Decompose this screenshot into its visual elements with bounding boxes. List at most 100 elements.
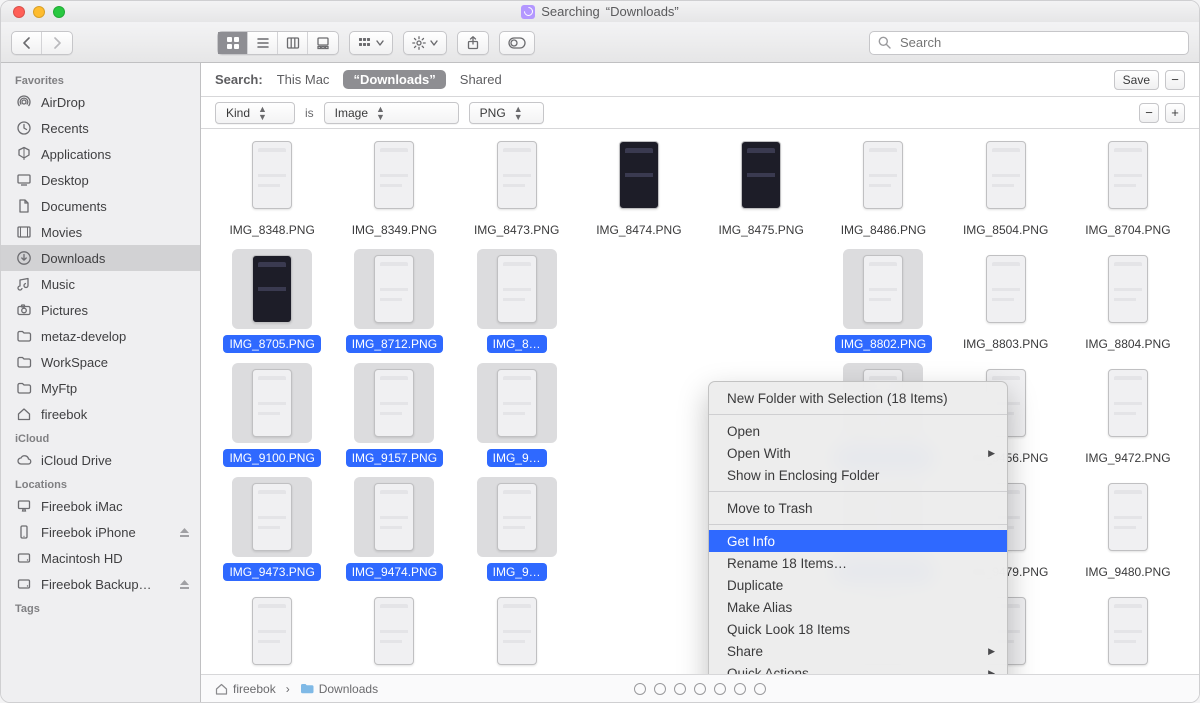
share-button[interactable] bbox=[457, 31, 489, 55]
back-button[interactable] bbox=[12, 32, 42, 54]
movie-icon bbox=[15, 224, 33, 240]
file-item[interactable]: IMG_9480.PNG bbox=[1069, 477, 1187, 581]
file-item[interactable]: IMG_8486.PNG bbox=[824, 135, 942, 239]
search-input[interactable] bbox=[898, 34, 1182, 51]
remove-criteria-button[interactable]: − bbox=[1165, 70, 1185, 90]
file-item[interactable]: IMG_8803.PNG bbox=[947, 249, 1065, 353]
save-search-button[interactable]: Save bbox=[1114, 70, 1159, 90]
menu-item-quick-actions[interactable]: Quick Actions bbox=[709, 662, 1007, 674]
criteria-add-button[interactable]: + bbox=[1165, 103, 1185, 123]
sidebar-item-applications[interactable]: Applications bbox=[1, 141, 200, 167]
search-scope-bar: Search: This Mac “Downloads” Shared Save… bbox=[201, 63, 1199, 97]
sidebar-item-movies[interactable]: Movies bbox=[1, 219, 200, 245]
file-item[interactable] bbox=[213, 591, 331, 674]
search-field[interactable] bbox=[869, 31, 1189, 55]
forward-button[interactable] bbox=[42, 32, 72, 54]
menu-item-get-info[interactable]: Get Info bbox=[709, 530, 1007, 552]
menu-item-new-folder-with-selection-18-items[interactable]: New Folder with Selection (18 Items) bbox=[709, 387, 1007, 409]
criteria-attribute-popup[interactable]: Kind ▲▼ bbox=[215, 102, 295, 124]
criteria-value-popup[interactable]: Image ▲▼ bbox=[324, 102, 459, 124]
search-folder-icon bbox=[521, 5, 535, 19]
file-item[interactable] bbox=[458, 591, 576, 674]
view-icon-button[interactable] bbox=[218, 32, 248, 54]
sidebar-item-fireebok-iphone[interactable]: Fireebok iPhone bbox=[1, 519, 200, 545]
tags-button[interactable] bbox=[499, 31, 535, 55]
file-item[interactable]: IMG_8712.PNG bbox=[335, 249, 453, 353]
file-grid[interactable]: IMG_8348.PNG IMG_8349.PNG IMG_8473.PNG I… bbox=[201, 129, 1199, 674]
menu-item-quick-look-18-items[interactable]: Quick Look 18 Items bbox=[709, 618, 1007, 640]
file-item[interactable]: IMG_9… bbox=[458, 477, 576, 581]
menu-item-rename-18-items[interactable]: Rename 18 Items… bbox=[709, 552, 1007, 574]
file-item[interactable]: IMG_9157.PNG bbox=[335, 363, 453, 467]
sidebar-item-music[interactable]: Music bbox=[1, 271, 200, 297]
folder-icon bbox=[300, 683, 314, 694]
minimize-window-button[interactable] bbox=[33, 6, 45, 18]
criteria-subvalue-popup[interactable]: PNG ▲▼ bbox=[469, 102, 544, 124]
file-item[interactable]: IMG_8704.PNG bbox=[1069, 135, 1187, 239]
sidebar-item-workspace[interactable]: WorkSpace bbox=[1, 349, 200, 375]
file-item[interactable] bbox=[1069, 591, 1187, 674]
sidebar-item-label: AirDrop bbox=[41, 95, 85, 110]
view-column-button[interactable] bbox=[278, 32, 308, 54]
group-by-button[interactable] bbox=[349, 31, 393, 55]
page-dot[interactable] bbox=[654, 683, 666, 695]
page-dot[interactable] bbox=[714, 683, 726, 695]
file-item[interactable]: IMG_9474.PNG bbox=[335, 477, 453, 581]
sidebar-item-fireebok[interactable]: fireebok bbox=[1, 401, 200, 427]
path-crumb-home[interactable]: fireebok bbox=[215, 682, 276, 696]
scope-downloads-active[interactable]: “Downloads” bbox=[343, 70, 445, 89]
sidebar-item-fireebok-backup-[interactable]: Fireebok Backup… bbox=[1, 571, 200, 597]
page-dot[interactable] bbox=[634, 683, 646, 695]
page-dot[interactable] bbox=[754, 683, 766, 695]
file-item[interactable]: IMG_8474.PNG bbox=[580, 135, 698, 239]
updown-arrows-icon: ▲▼ bbox=[258, 105, 267, 121]
file-item[interactable]: IMG_8802.PNG bbox=[824, 249, 942, 353]
sidebar-item-macintosh-hd[interactable]: Macintosh HD bbox=[1, 545, 200, 571]
sidebar-item-desktop[interactable]: Desktop bbox=[1, 167, 200, 193]
view-list-button[interactable] bbox=[248, 32, 278, 54]
action-menu-button[interactable] bbox=[403, 31, 447, 55]
file-item[interactable]: IMG_9472.PNG bbox=[1069, 363, 1187, 467]
menu-item-open[interactable]: Open bbox=[709, 420, 1007, 442]
sidebar-item-myftp[interactable]: MyFtp bbox=[1, 375, 200, 401]
zoom-window-button[interactable] bbox=[53, 6, 65, 18]
sidebar-item-fireebok-imac[interactable]: Fireebok iMac bbox=[1, 493, 200, 519]
file-item[interactable]: IMG_8705.PNG bbox=[213, 249, 331, 353]
menu-item-open-with[interactable]: Open With bbox=[709, 442, 1007, 464]
sidebar-item-label: Music bbox=[41, 277, 75, 292]
file-item[interactable]: IMG_9100.PNG bbox=[213, 363, 331, 467]
close-window-button[interactable] bbox=[13, 6, 25, 18]
menu-item-move-to-trash[interactable]: Move to Trash bbox=[709, 497, 1007, 519]
page-dot[interactable] bbox=[674, 683, 686, 695]
sidebar-item-icloud-drive[interactable]: iCloud Drive bbox=[1, 447, 200, 473]
file-item[interactable]: IMG_8504.PNG bbox=[947, 135, 1065, 239]
file-item[interactable]: IMG_8… bbox=[458, 249, 576, 353]
file-item[interactable]: IMG_8804.PNG bbox=[1069, 249, 1187, 353]
menu-item-share[interactable]: Share bbox=[709, 640, 1007, 662]
sidebar-item-metaz-develop[interactable]: metaz-develop bbox=[1, 323, 200, 349]
scope-this-mac[interactable]: This Mac bbox=[277, 72, 330, 87]
page-dot[interactable] bbox=[694, 683, 706, 695]
file-item[interactable]: IMG_9473.PNG bbox=[213, 477, 331, 581]
page-dot[interactable] bbox=[734, 683, 746, 695]
menu-item-show-in-enclosing-folder[interactable]: Show in Enclosing Folder bbox=[709, 464, 1007, 486]
criteria-remove-button[interactable]: − bbox=[1139, 103, 1159, 123]
file-item[interactable]: IMG_8473.PNG bbox=[458, 135, 576, 239]
eject-icon[interactable] bbox=[179, 527, 190, 538]
menu-item-duplicate[interactable]: Duplicate bbox=[709, 574, 1007, 596]
sidebar-item-pictures[interactable]: Pictures bbox=[1, 297, 200, 323]
scope-shared[interactable]: Shared bbox=[460, 72, 502, 87]
view-gallery-button[interactable] bbox=[308, 32, 338, 54]
file-item[interactable]: IMG_8475.PNG bbox=[702, 135, 820, 239]
sidebar-item-documents[interactable]: Documents bbox=[1, 193, 200, 219]
file-item[interactable]: IMG_8349.PNG bbox=[335, 135, 453, 239]
file-item[interactable]: IMG_8348.PNG bbox=[213, 135, 331, 239]
menu-item-make-alias[interactable]: Make Alias bbox=[709, 596, 1007, 618]
eject-icon[interactable] bbox=[179, 579, 190, 590]
sidebar-item-airdrop[interactable]: AirDrop bbox=[1, 89, 200, 115]
sidebar-item-recents[interactable]: Recents bbox=[1, 115, 200, 141]
sidebar-item-downloads[interactable]: Downloads bbox=[1, 245, 200, 271]
path-crumb-downloads[interactable]: Downloads bbox=[300, 682, 378, 696]
file-item[interactable]: IMG_9… bbox=[458, 363, 576, 467]
file-item[interactable] bbox=[335, 591, 453, 674]
